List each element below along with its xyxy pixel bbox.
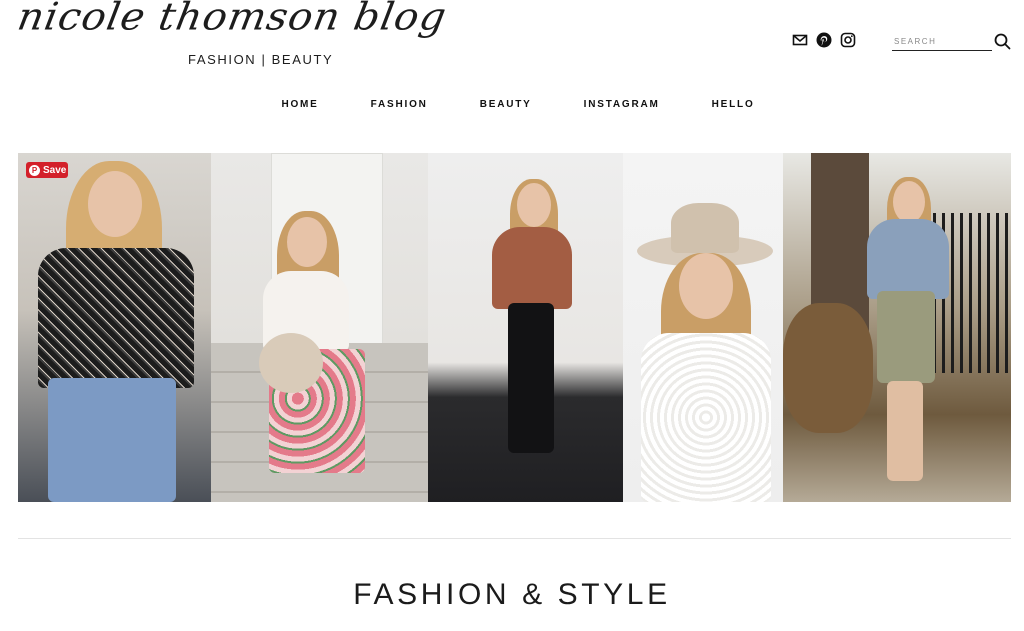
gallery-photo[interactable] (783, 153, 1011, 502)
search-icon[interactable] (994, 33, 1011, 50)
pinterest-icon: P (29, 164, 40, 176)
nav-item-hello[interactable]: HELLO (712, 99, 755, 110)
pinterest-icon[interactable] (816, 32, 832, 48)
photo-figure-lace-top (641, 333, 771, 502)
gallery-photo[interactable]: P Save (18, 153, 211, 502)
photo-hat (259, 333, 323, 393)
gallery-photo[interactable] (211, 153, 428, 502)
photo-shrub (783, 303, 873, 433)
nav-item-fashion[interactable]: FASHION (371, 99, 428, 110)
photo-figure-jeans (48, 378, 176, 502)
photo-figure-head (679, 253, 733, 319)
photo-figure-head (287, 217, 327, 267)
nav-item-home[interactable]: HOME (281, 99, 318, 110)
nav-item-beauty[interactable]: BEAUTY (480, 99, 532, 110)
logo-script-text: nicole thomson blog (14, 0, 451, 39)
instagram-icon[interactable] (840, 32, 856, 48)
site-logo[interactable]: nicole thomson blog FASHION | BEAUTY (14, 0, 450, 82)
logo-subtitle: FASHION | BEAUTY (188, 52, 334, 67)
search-input[interactable] (892, 32, 992, 51)
nav-item-instagram[interactable]: INSTAGRAM (584, 99, 660, 110)
photo-figure-top (38, 248, 194, 388)
gallery-photo[interactable] (428, 153, 623, 502)
section-title: FASHION & STYLE (353, 578, 671, 611)
photo-figure-head (893, 181, 925, 223)
photo-figure-jacket (492, 227, 572, 309)
photo-figure-jeans (508, 303, 554, 453)
gallery-photo[interactable] (623, 153, 783, 502)
photo-figure-legs (887, 381, 923, 481)
save-button-label: Save (43, 164, 67, 176)
photo-figure-head (517, 183, 551, 227)
pinterest-save-button[interactable]: P Save (26, 162, 68, 178)
section-divider (18, 538, 1011, 539)
photo-figure-head (88, 171, 142, 237)
photo-figure-dress (877, 291, 935, 383)
hero-gallery: P Save (18, 153, 1011, 502)
photo-hat-crown (671, 203, 739, 253)
social-links (792, 32, 856, 48)
main-nav: HOME FASHION BEAUTY INSTAGRAM HELLO (0, 99, 1024, 110)
mail-icon[interactable] (792, 32, 808, 48)
photo-figure-denim-jacket (867, 219, 949, 299)
search-box (892, 32, 1012, 54)
